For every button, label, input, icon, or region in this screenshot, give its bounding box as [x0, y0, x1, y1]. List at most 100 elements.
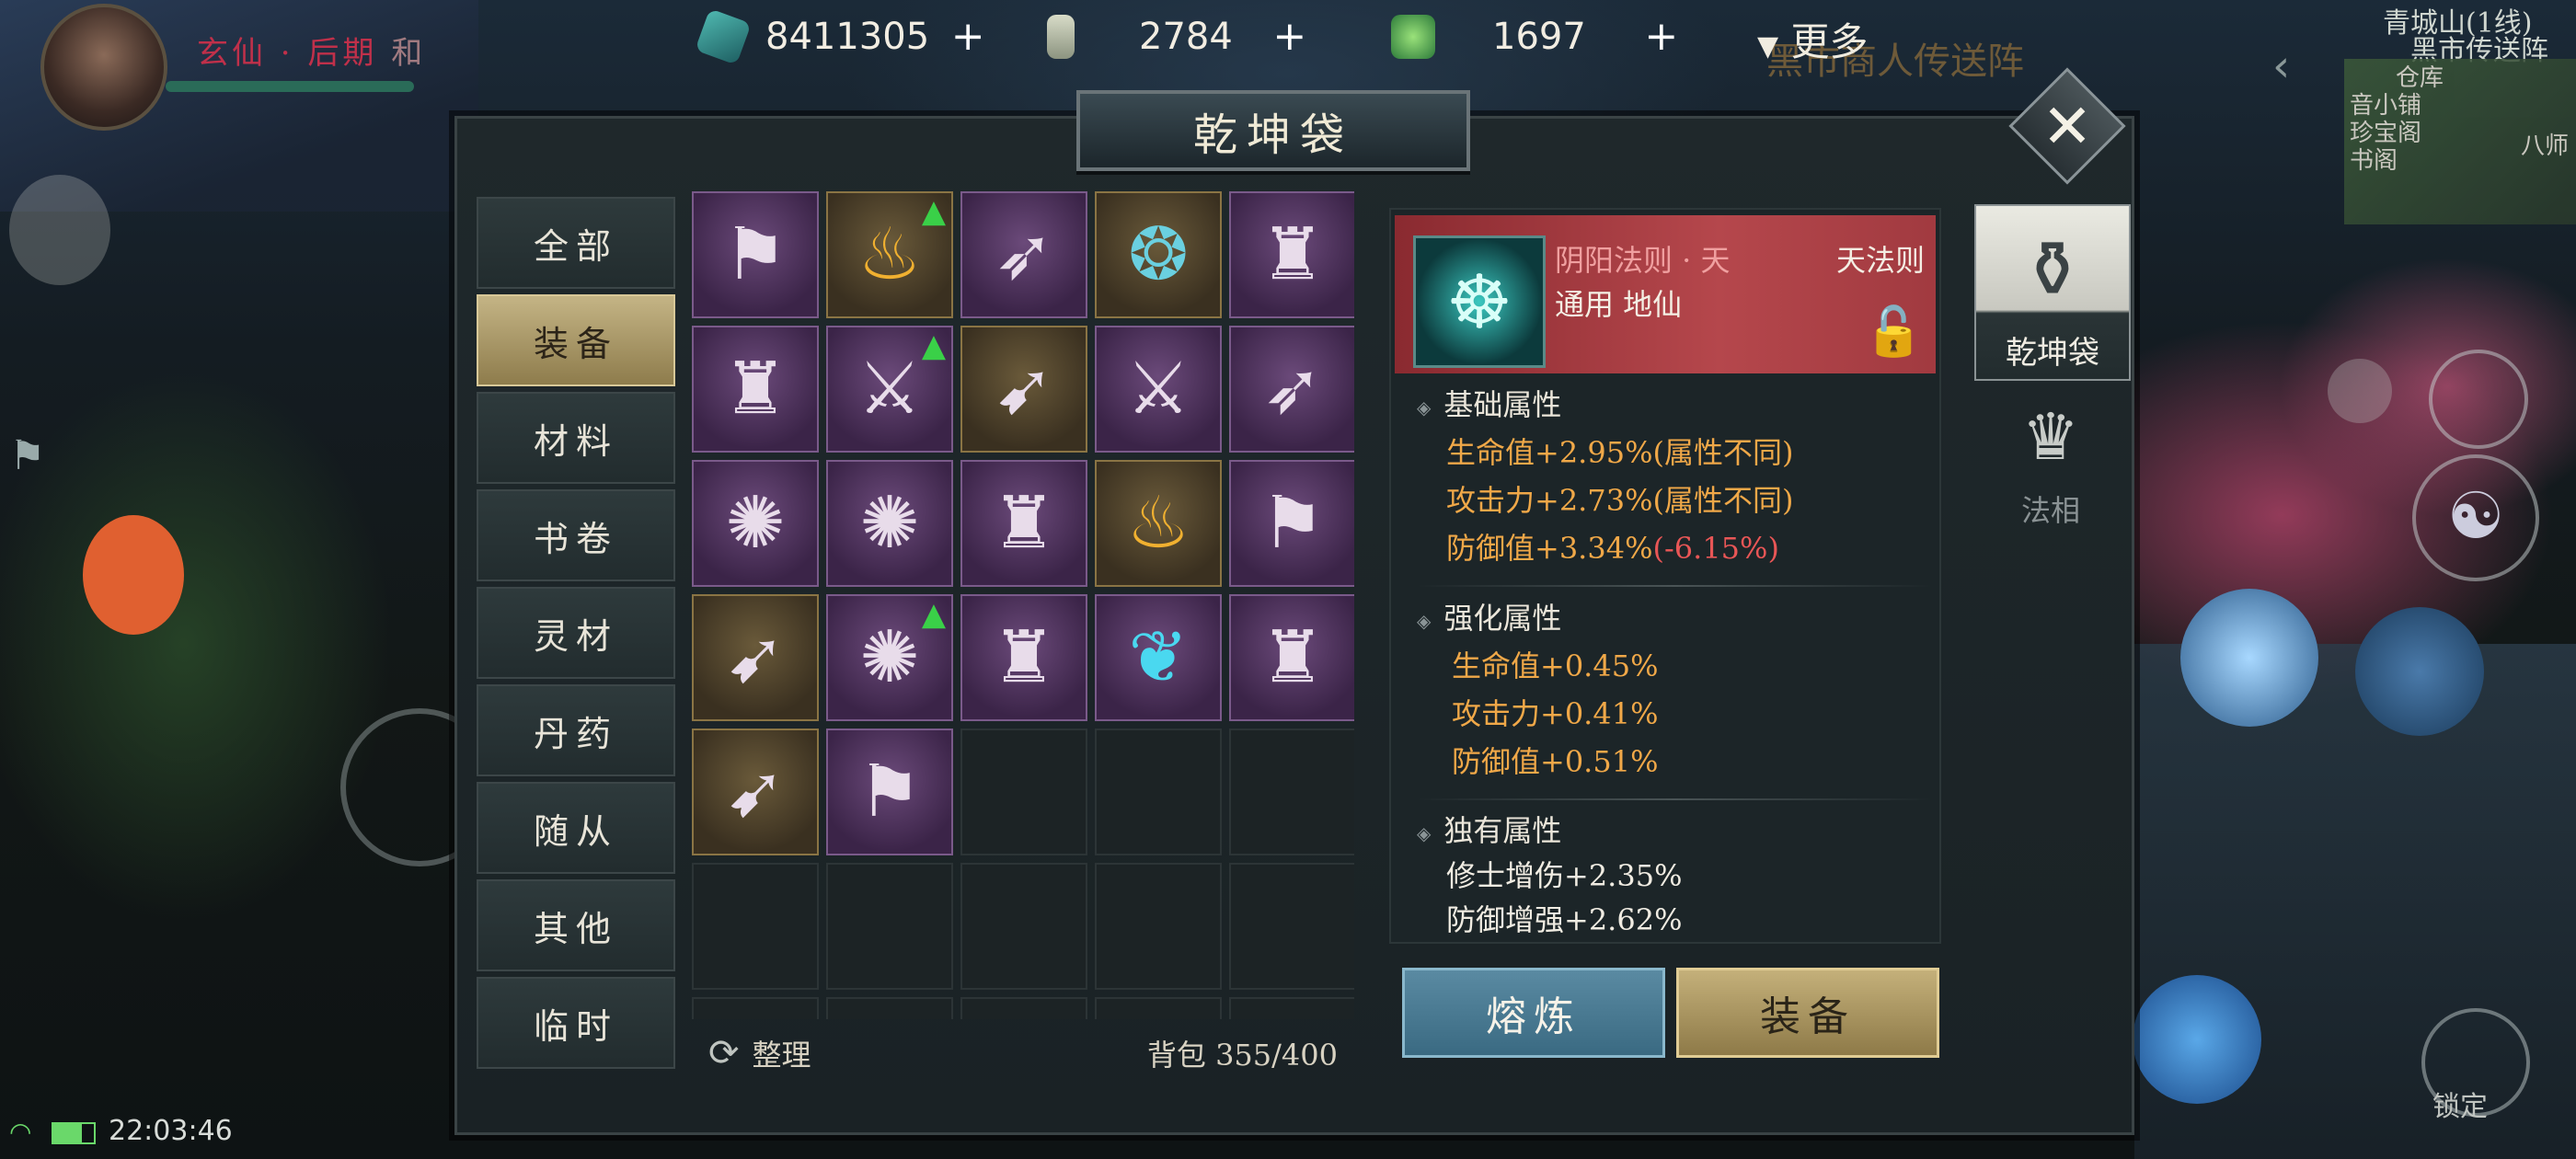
stat-row: 防御值+3.34%(-6.15%)	[1446, 524, 1932, 572]
crown-icon: ♛	[2021, 399, 2080, 475]
inventory-slot[interactable]: ♨ ▲	[826, 191, 953, 318]
category-materials[interactable]: 材料	[477, 392, 675, 484]
inventory-slot[interactable]: ➶	[960, 191, 1087, 318]
pouch-skill-button[interactable]	[2328, 359, 2392, 423]
inventory-slot[interactable]: ✺	[826, 460, 953, 587]
swirl-skill-button[interactable]	[2429, 350, 2528, 449]
map-mark: 音小铺	[2350, 92, 2422, 120]
add-talisman-button[interactable]: +	[1271, 17, 1308, 57]
category-followers[interactable]: 随从	[477, 782, 675, 874]
empty-slot	[960, 863, 1087, 990]
category-pills[interactable]: 丹药	[477, 684, 675, 776]
arrows-icon: ➹	[994, 348, 1054, 430]
inventory-slot[interactable]: ♨	[1095, 460, 1222, 587]
equip-button[interactable]: 装备	[1676, 968, 1939, 1058]
player-avatar[interactable]	[40, 4, 167, 131]
water-skill-button[interactable]	[2133, 975, 2261, 1104]
category-other[interactable]: 其他	[477, 879, 675, 971]
more-button[interactable]: ▼ 更多	[1757, 11, 1868, 67]
rank-suffix: 和	[391, 35, 427, 72]
category-label: 丹药	[533, 713, 618, 754]
section-title-enhanced: 强化属性	[1417, 594, 1932, 642]
inventory-slot[interactable]: ♜	[1229, 191, 1354, 318]
inventory-slot[interactable]: ✺ ▲	[826, 594, 953, 721]
inventory-slot[interactable]: ❂	[1095, 191, 1222, 318]
empty-slot	[692, 997, 819, 1019]
category-all[interactable]: 全部	[477, 197, 675, 289]
banner-icon: ⚑	[857, 751, 922, 833]
inventory-slot[interactable]: ⚑	[692, 191, 819, 318]
inventory-slot[interactable]: ♜	[1229, 594, 1354, 721]
section-divider	[1417, 585, 1932, 587]
category-label: 随从	[533, 810, 618, 852]
empty-slot	[1095, 997, 1222, 1019]
empty-slot	[1095, 729, 1222, 855]
stat-value: 防御值+0.51%	[1452, 744, 1659, 779]
panel-title: 乾坤袋	[1076, 90, 1470, 171]
side-menu-icon[interactable]	[9, 175, 110, 285]
add-coin-button[interactable]: +	[1643, 17, 1680, 57]
tab-qiankun-bag[interactable]: ⚱ 乾坤袋	[1974, 204, 2131, 381]
resource-coin: 1697 +	[1391, 0, 1680, 74]
mi-badge-icon[interactable]	[83, 515, 184, 635]
upgrade-arrow-icon: ▲	[921, 193, 946, 230]
inventory-slot[interactable]: ➹	[692, 729, 819, 855]
item-grid: ⚑ ♨ ▲ ➶ ❂ ♜ ♜ ⚔ ▲ ➹ ⚔ ➶ ✺ ✺ ♜ ♨ ⚑ ➹ ✺ ▲ ♜ ❦ ♜ ➹ ⚑	[692, 191, 1354, 1019]
inventory-slot[interactable]: ➹	[692, 594, 819, 721]
category-temporary[interactable]: 临时	[477, 977, 675, 1069]
inventory-slot[interactable]: ❦	[1095, 594, 1222, 721]
add-jade-button[interactable]: +	[949, 17, 986, 57]
unlock-icon[interactable]: 🔓	[1864, 304, 1924, 360]
inventory-slot[interactable]: ♜	[692, 326, 819, 453]
attack-skill-button[interactable]	[2180, 589, 2318, 727]
stat-value: 生命值+0.45%	[1452, 648, 1659, 683]
bag-capacity: 背包 355/400	[1147, 1032, 1338, 1074]
inventory-slot[interactable]: ➶	[1229, 326, 1354, 453]
inventory-slot[interactable]: ➹	[960, 326, 1087, 453]
talisman-icon	[1047, 15, 1075, 59]
rank-text: 玄仙 · 后期	[197, 35, 378, 72]
golden-cauldron-icon: ♨	[1126, 482, 1190, 565]
category-equipment[interactable]: 装备	[477, 294, 675, 386]
armor-chest-icon: ♜	[1260, 213, 1325, 296]
banner-icon: ⚑	[723, 213, 788, 296]
item-usage: 通用 地仙	[1555, 287, 1683, 322]
empty-slot	[826, 997, 953, 1019]
empty-slot	[1229, 729, 1354, 855]
inventory-slot[interactable]: ⚔	[1095, 326, 1222, 453]
inventory-slot[interactable]: ♜	[960, 594, 1087, 721]
section-divider	[1417, 798, 1932, 800]
jade-count: 8411305	[765, 16, 930, 58]
minimap[interactable]: 仓库 音小铺 珍宝阁 书阁 八师	[2344, 59, 2576, 224]
back-arrow-icon[interactable]: ‹	[2272, 40, 2290, 92]
grid-footer: ⟳ 整理 背包 355/400	[692, 1021, 1354, 1085]
sort-button[interactable]: ⟳ 整理	[708, 1032, 811, 1074]
stat-extra: (属性不同)	[1652, 435, 1794, 470]
stat-value: 生命值+2.95%	[1446, 435, 1653, 470]
category-scrolls[interactable]: 书卷	[477, 489, 675, 581]
flail-icon: ✺	[859, 482, 920, 565]
tab-dharma-form[interactable]: ♛ 法相	[1974, 386, 2127, 543]
chevron-down-icon: ▼	[1757, 30, 1779, 63]
flag-icon[interactable]: ⚑	[9, 432, 64, 488]
hp-bar	[166, 81, 414, 92]
stat-row: 修士增伤+2.35%	[1446, 858, 1683, 893]
inventory-slot[interactable]: ⚑	[826, 729, 953, 855]
clock: 22:03:46	[109, 1115, 233, 1147]
inventory-slot[interactable]: ⚔ ▲	[826, 326, 953, 453]
tab-label: 乾坤袋	[2006, 335, 2099, 372]
category-label: 书卷	[533, 518, 618, 559]
inventory-slot[interactable]: ♜	[960, 460, 1087, 587]
chain-skill-button[interactable]	[2355, 607, 2484, 736]
category-label: 临时	[533, 1005, 618, 1047]
flail-icon: ✺	[725, 482, 786, 565]
resource-talisman: 2784 +	[1047, 0, 1308, 74]
stat-row: 攻击力+2.73%(属性不同)	[1446, 476, 1932, 524]
inventory-slot[interactable]: ✺	[692, 460, 819, 587]
sword-icon: ⚔	[1126, 348, 1190, 430]
yin-yang-skill-button[interactable]: ☯	[2412, 454, 2539, 581]
category-spirit-materials[interactable]: 灵材	[477, 587, 675, 679]
smelt-button[interactable]: 熔炼	[1402, 968, 1665, 1058]
inventory-slot[interactable]: ⚑	[1229, 460, 1354, 587]
section-title-base: 基础属性	[1417, 381, 1932, 429]
